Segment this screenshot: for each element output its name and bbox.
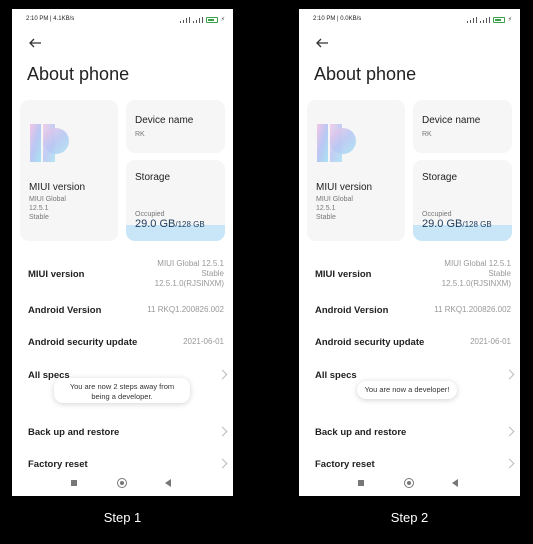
miui-card-line: MIUI Global	[316, 196, 353, 203]
miui-card-title: MIUI version	[316, 182, 373, 193]
recents-icon[interactable]	[358, 480, 364, 486]
row-backup-restore-label[interactable]: Back up and restore	[315, 427, 406, 438]
signal-icon	[479, 17, 491, 23]
home-icon[interactable]	[117, 478, 127, 488]
row-android-version-value: 11 RKQ1.200826.002	[147, 305, 224, 314]
row-security-update-value: 2021-06-01	[470, 337, 511, 346]
back-arrow-icon[interactable]	[314, 35, 330, 51]
storage-used: 29.0 GB	[135, 218, 176, 230]
miui-card-line: 12.5.1	[316, 205, 336, 212]
device-card-title: Device name	[422, 115, 481, 126]
row-miui-version-label[interactable]: MIUI version	[28, 269, 85, 280]
charging-icon: ⚡	[220, 17, 225, 23]
row-backup-restore-label[interactable]: Back up and restore	[28, 427, 119, 438]
device-card-title: Device name	[135, 115, 194, 126]
miui-version-card[interactable]: MIUI version MIUI Global 12.5.1 Stable	[307, 100, 405, 241]
status-bar: 2:10 PM | 0.0KB/s ⚡	[299, 9, 520, 31]
row-value-line: Stable	[488, 269, 511, 278]
miui-version-card[interactable]: MIUI version MIUI Global 12.5.1 Stable	[20, 100, 118, 241]
chevron-right-icon	[504, 458, 515, 469]
row-android-version-label[interactable]: Android Version	[315, 305, 388, 316]
status-time-speed: 2:10 PM | 4.1KB/s	[26, 16, 75, 22]
navigation-bar	[299, 475, 520, 495]
storage-used: 29.0 GB	[422, 218, 463, 230]
signal-icon	[192, 17, 204, 23]
device-name-card[interactable]: Device name RK	[126, 100, 225, 153]
signal-icon	[466, 17, 478, 23]
storage-card-title: Storage	[135, 172, 171, 183]
row-android-version-label[interactable]: Android Version	[28, 305, 101, 316]
step-1-label: Step 1	[103, 510, 142, 525]
status-bar: 2:10 PM | 4.1KB/s ⚡	[12, 9, 233, 31]
developer-toast: You are now 2 steps away from being a de…	[54, 378, 190, 403]
row-miui-version-value: MIUI Global 12.5.1 Stable 12.5.1.0(RJSIN…	[442, 259, 511, 289]
row-value-line: 12.5.1.0(RJSINXM)	[154, 279, 224, 288]
page-title: About phone	[27, 64, 130, 84]
miui-logo-icon	[317, 124, 356, 162]
row-value-line: Stable	[201, 269, 224, 278]
device-name-card[interactable]: Device name RK	[413, 100, 512, 153]
row-all-specs-label[interactable]: All specs	[315, 370, 357, 381]
back-triangle-icon[interactable]	[452, 479, 458, 487]
miui-card-line: MIUI Global	[29, 196, 66, 203]
status-icons: ⚡	[466, 16, 512, 24]
phone-screen-step-1: 2:10 PM | 4.1KB/s ⚡ About phone MIUI ver…	[12, 9, 233, 496]
chevron-right-icon	[217, 369, 228, 380]
storage-total: /128 GB	[462, 220, 492, 229]
row-factory-reset-label[interactable]: Factory reset	[315, 459, 375, 470]
back-arrow-icon[interactable]	[27, 35, 43, 51]
storage-total: /128 GB	[175, 220, 205, 229]
back-triangle-icon[interactable]	[165, 479, 171, 487]
row-factory-reset-label[interactable]: Factory reset	[28, 459, 88, 470]
storage-card-title: Storage	[422, 172, 458, 183]
status-icons: ⚡	[179, 16, 225, 24]
charging-icon: ⚡	[507, 17, 512, 23]
battery-icon	[492, 17, 505, 23]
phone-screen-step-2: 2:10 PM | 0.0KB/s ⚡ About phone MIUI ver…	[299, 9, 520, 496]
row-security-update-label[interactable]: Android security update	[315, 337, 424, 348]
battery-icon	[205, 17, 218, 23]
row-security-update-label[interactable]: Android security update	[28, 337, 137, 348]
page-title: About phone	[314, 64, 417, 84]
storage-card[interactable]: Storage Occupied 29.0 GB/128 GB	[126, 160, 225, 241]
step-2-label: Step 2	[390, 510, 429, 525]
miui-logo-icon	[30, 124, 69, 162]
signal-icon	[179, 17, 191, 23]
storage-card[interactable]: Storage Occupied 29.0 GB/128 GB	[413, 160, 512, 241]
chevron-right-icon	[504, 426, 515, 437]
device-name-value: RK	[135, 131, 145, 138]
row-miui-version-value: MIUI Global 12.5.1 Stable 12.5.1.0(RJSIN…	[155, 259, 224, 289]
miui-card-line: Stable	[316, 214, 336, 221]
chevron-right-icon	[217, 426, 228, 437]
row-value-line: MIUI Global 12.5.1	[157, 259, 224, 268]
row-security-update-value: 2021-06-01	[183, 337, 224, 346]
chevron-right-icon	[504, 369, 515, 380]
storage-value: 29.0 GB/128 GB	[135, 218, 205, 230]
recents-icon[interactable]	[71, 480, 77, 486]
row-value-line: 12.5.1.0(RJSINXM)	[441, 279, 511, 288]
row-android-version-value: 11 RKQ1.200826.002	[434, 305, 511, 314]
navigation-bar	[12, 475, 233, 495]
status-time-speed: 2:10 PM | 0.0KB/s	[313, 16, 362, 22]
miui-card-line: 12.5.1	[29, 205, 49, 212]
storage-value: 29.0 GB/128 GB	[422, 218, 492, 230]
miui-card-line: Stable	[29, 214, 49, 221]
row-miui-version-label[interactable]: MIUI version	[315, 269, 372, 280]
row-value-line: MIUI Global 12.5.1	[444, 259, 511, 268]
chevron-right-icon	[217, 458, 228, 469]
developer-toast: You are now a developer!	[357, 381, 457, 399]
miui-card-title: MIUI version	[29, 182, 86, 193]
device-name-value: RK	[422, 131, 432, 138]
home-icon[interactable]	[404, 478, 414, 488]
